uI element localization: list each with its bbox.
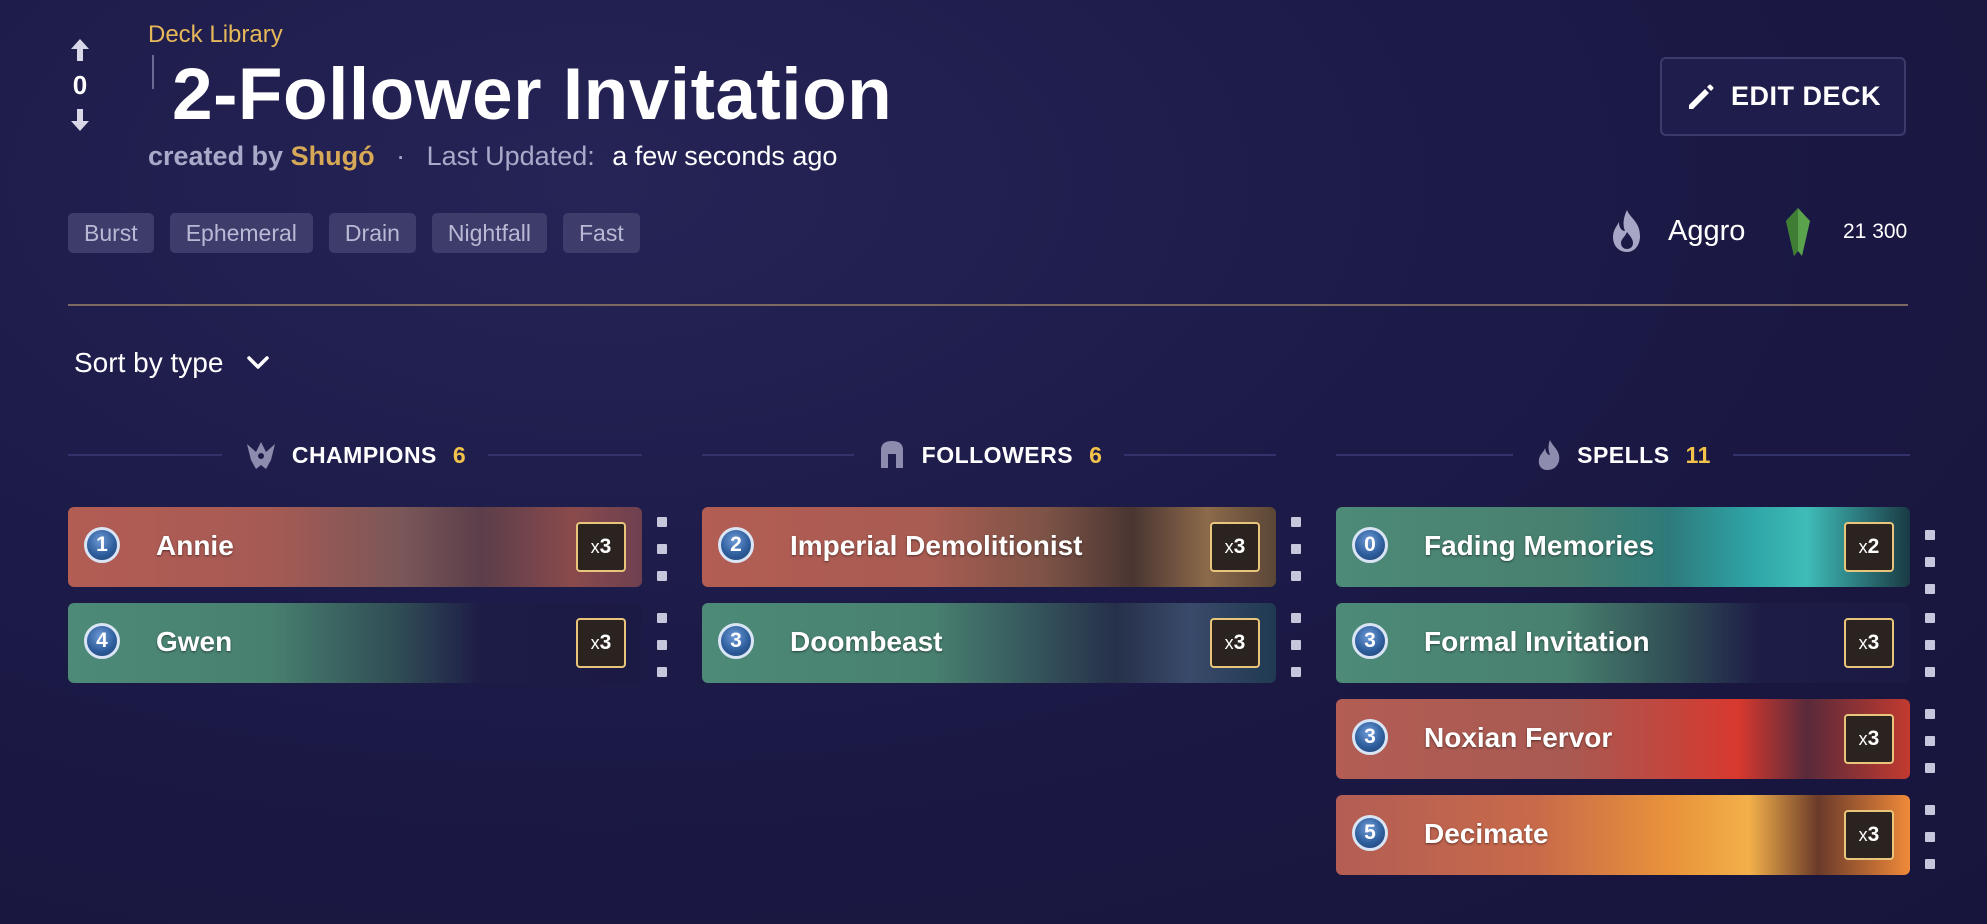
card-name: Imperial Demolitionist bbox=[790, 530, 1083, 561]
header-divider bbox=[68, 304, 1908, 306]
created-by-label: created by bbox=[148, 141, 284, 171]
chevron-down-icon bbox=[247, 356, 270, 369]
card-quantity: x3 bbox=[1210, 522, 1260, 572]
drag-handle[interactable] bbox=[1291, 613, 1301, 694]
mana-cost: 2 bbox=[718, 527, 754, 563]
card-quantity: x2 bbox=[1844, 522, 1894, 572]
card-art bbox=[702, 603, 1276, 683]
champions-label: CHAMPIONS bbox=[291, 441, 437, 468]
spells-count: 11 bbox=[1685, 441, 1711, 468]
keyword-tag[interactable]: Nightfall bbox=[431, 213, 547, 253]
followers-label: FOLLOWERS bbox=[921, 441, 1074, 468]
drag-handle[interactable] bbox=[1925, 709, 1935, 790]
deck-meta: created by Shugó · Last Updated: a few s… bbox=[148, 141, 837, 172]
vote-widget: 0 bbox=[66, 36, 94, 134]
card-row[interactable]: 3 Noxian Fervor x3 bbox=[1336, 699, 1910, 779]
card-quantity: x3 bbox=[576, 522, 626, 572]
title-divider bbox=[152, 55, 154, 89]
shard-icon bbox=[1786, 208, 1810, 256]
archetype: Aggro bbox=[1606, 208, 1745, 254]
sort-label: Sort by type bbox=[74, 347, 224, 378]
drag-handle[interactable] bbox=[1925, 805, 1935, 886]
card-row[interactable]: 5 Decimate x3 bbox=[1336, 795, 1910, 875]
champion-helm-icon bbox=[246, 442, 275, 469]
card-name: Decimate bbox=[1424, 818, 1549, 849]
champions-count: 6 bbox=[452, 441, 467, 468]
keyword-tag[interactable]: Drain bbox=[328, 213, 416, 253]
pencil-icon bbox=[1688, 84, 1714, 109]
mana-cost: 1 bbox=[84, 527, 120, 563]
card-name: Annie bbox=[156, 530, 234, 561]
follower-helmet-icon bbox=[880, 441, 903, 468]
breadcrumb-deck-library[interactable]: Deck Library bbox=[148, 21, 283, 49]
card-quantity: x3 bbox=[1844, 810, 1894, 860]
card-quantity: x3 bbox=[1844, 714, 1894, 764]
keyword-tag[interactable]: Ephemeral bbox=[169, 213, 313, 253]
archetype-label: Aggro bbox=[1668, 214, 1746, 247]
flame-icon bbox=[1613, 210, 1640, 252]
keyword-tag[interactable]: Burst bbox=[68, 213, 154, 253]
card-quantity: x3 bbox=[576, 618, 626, 668]
champions-header: CHAMPIONS 6 bbox=[68, 440, 643, 470]
mana-cost: 3 bbox=[718, 623, 754, 659]
keyword-tag[interactable]: Fast bbox=[563, 213, 640, 253]
card-art bbox=[1336, 699, 1910, 779]
drag-handle[interactable] bbox=[1291, 517, 1301, 598]
mana-cost: 3 bbox=[1352, 719, 1388, 755]
card-quantity: x3 bbox=[1210, 618, 1260, 668]
card-name: Noxian Fervor bbox=[1424, 722, 1613, 753]
spells-header: SPELLS 11 bbox=[1336, 440, 1911, 470]
cost-value: 21 300 bbox=[1843, 220, 1908, 243]
edit-deck-button[interactable]: EDIT DECK bbox=[1660, 57, 1906, 136]
drag-handle[interactable] bbox=[657, 613, 667, 694]
deck-cost: 21 300 bbox=[1783, 207, 1907, 257]
card-row[interactable]: 3 Doombeast x3 bbox=[702, 603, 1276, 683]
spells-label: SPELLS bbox=[1577, 441, 1670, 468]
vote-count: 0 bbox=[72, 70, 88, 100]
card-quantity: x3 bbox=[1844, 618, 1894, 668]
card-row[interactable]: 3 Formal Invitation x3 bbox=[1336, 603, 1910, 683]
mana-cost: 4 bbox=[84, 623, 120, 659]
keyword-tags: Burst Ephemeral Drain Nightfall Fast bbox=[68, 213, 640, 253]
card-row[interactable]: 0 Fading Memories x2 bbox=[1336, 507, 1910, 587]
card-name: Fading Memories bbox=[1424, 530, 1655, 561]
card-name: Doombeast bbox=[790, 626, 943, 657]
drag-handle[interactable] bbox=[657, 517, 667, 598]
mana-cost: 3 bbox=[1352, 623, 1388, 659]
drag-handle[interactable] bbox=[1925, 530, 1935, 611]
card-row[interactable]: 2 Imperial Demolitionist x3 bbox=[702, 507, 1276, 587]
followers-header: FOLLOWERS 6 bbox=[702, 440, 1277, 470]
downvote-arrow-icon[interactable] bbox=[66, 106, 94, 134]
card-name: Formal Invitation bbox=[1424, 626, 1650, 657]
sort-dropdown[interactable]: Sort by type bbox=[74, 347, 270, 379]
author-link[interactable]: Shugó bbox=[291, 141, 375, 171]
mana-cost: 5 bbox=[1352, 815, 1388, 851]
followers-count: 6 bbox=[1089, 441, 1103, 468]
upvote-arrow-icon[interactable] bbox=[66, 36, 94, 64]
card-row[interactable]: 1 Annie x3 bbox=[68, 507, 642, 587]
mana-cost: 0 bbox=[1352, 527, 1388, 563]
page-title: 2-Follower Invitation bbox=[172, 54, 893, 135]
drag-handle[interactable] bbox=[1925, 613, 1935, 694]
spell-flame-icon bbox=[1538, 440, 1560, 470]
edit-deck-label: EDIT DECK bbox=[1730, 81, 1881, 111]
last-updated-label: Last Updated: bbox=[426, 141, 595, 171]
card-art bbox=[68, 507, 642, 587]
card-art bbox=[1336, 795, 1910, 875]
meta-separator: · bbox=[396, 141, 406, 171]
card-name: Gwen bbox=[156, 626, 233, 657]
card-art bbox=[68, 603, 642, 683]
last-updated-value: a few seconds ago bbox=[612, 141, 838, 171]
card-row[interactable]: 4 Gwen x3 bbox=[68, 603, 642, 683]
